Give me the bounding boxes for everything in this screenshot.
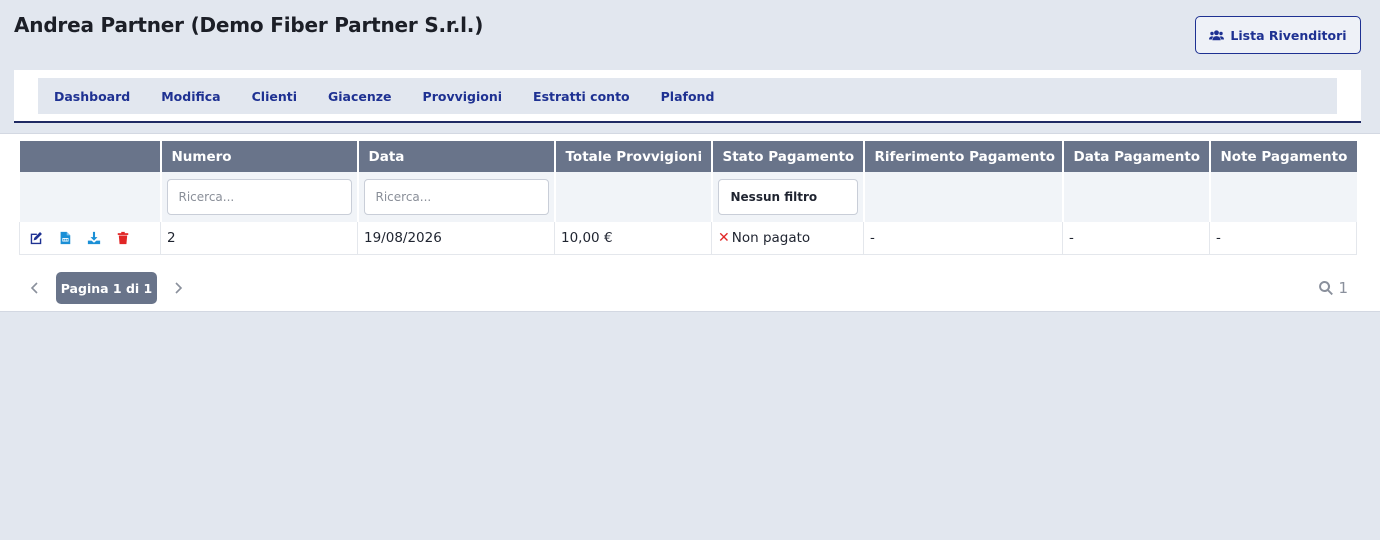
page-title: Andrea Partner (Demo Fiber Partner S.r.l… [14,13,484,37]
delete-icon[interactable] [113,230,132,246]
content-panel: Numero Data Totale Provvigioni Stato Pag… [0,133,1380,312]
cell-data-pagamento: - [1062,222,1210,255]
filter-cell-note [1209,172,1357,222]
cell-data: 19/08/2026 [357,222,555,255]
nav-item-dashboard[interactable]: Dashboard [54,89,130,104]
nav-bar: Dashboard Modifica Clienti Giacenze Prov… [38,78,1337,114]
nav-card: Dashboard Modifica Clienti Giacenze Prov… [14,70,1361,123]
numero-search-input[interactable] [166,179,352,215]
prev-page-chevron-icon[interactable] [27,280,43,296]
column-header-data-pagamento[interactable]: Data Pagamento [1062,141,1211,172]
cell-stato: ✕ Non pagato [711,222,864,255]
edit-icon[interactable] [26,230,45,246]
result-count: 1 [1318,279,1348,297]
filter-cell-totale [554,172,713,222]
page-indicator: Pagina 1 di 1 [56,272,157,304]
filter-cell-data-pagamento [1062,172,1211,222]
nav-item-giacenze[interactable]: Giacenze [328,89,392,104]
stato-label: Non pagato [731,229,811,246]
result-count-value: 1 [1338,279,1348,297]
stato-filter-select[interactable]: Nessun filtro [717,179,858,215]
filter-cell-data [357,172,556,222]
search-icon [1319,281,1334,296]
nav-item-modifica[interactable]: Modifica [161,89,220,104]
column-header-numero[interactable]: Numero [160,141,359,172]
nav-item-plafond[interactable]: Plafond [661,89,715,104]
column-header-totale[interactable]: Totale Provvigioni [554,141,713,172]
column-header-data[interactable]: Data [357,141,556,172]
download-icon[interactable] [84,230,103,246]
pdf-file-icon[interactable] [55,230,74,246]
nav-item-provvigioni[interactable]: Provvigioni [423,89,503,104]
filter-cell-riferimento [863,172,1064,222]
table-row: 2 19/08/2026 10,00 € ✕ Non pagato - - - [19,222,1357,255]
unpaid-x-icon: ✕ [718,229,730,246]
column-header-actions [19,141,162,172]
column-header-stato[interactable]: Stato Pagamento [711,141,865,172]
filter-row: Nessun filtro [19,172,1357,222]
nav-item-estratti-conto[interactable]: Estratti conto [533,89,630,104]
next-page-chevron-icon[interactable] [170,280,186,296]
row-actions [19,222,161,255]
column-header-riferimento[interactable]: Riferimento Pagamento [863,141,1064,172]
commissions-table: Numero Data Totale Provvigioni Stato Pag… [19,141,1357,255]
cell-totale: 10,00 € [554,222,712,255]
pagination: Pagina 1 di 1 1 [19,272,1356,305]
cell-numero: 2 [160,222,358,255]
cell-note: - [1209,222,1357,255]
resellers-list-label: Lista Rivenditori [1230,27,1347,43]
nav-item-clienti[interactable]: Clienti [252,89,297,104]
cell-riferimento: - [863,222,1063,255]
users-icon [1209,30,1225,41]
column-header-note[interactable]: Note Pagamento [1209,141,1357,172]
filter-cell-numero [160,172,359,222]
data-search-input[interactable] [363,179,549,215]
filter-cell-stato: Nessun filtro [711,172,865,222]
table-header-row: Numero Data Totale Provvigioni Stato Pag… [19,141,1357,172]
resellers-list-button[interactable]: Lista Rivenditori [1195,16,1361,54]
filter-cell-actions [19,172,162,222]
